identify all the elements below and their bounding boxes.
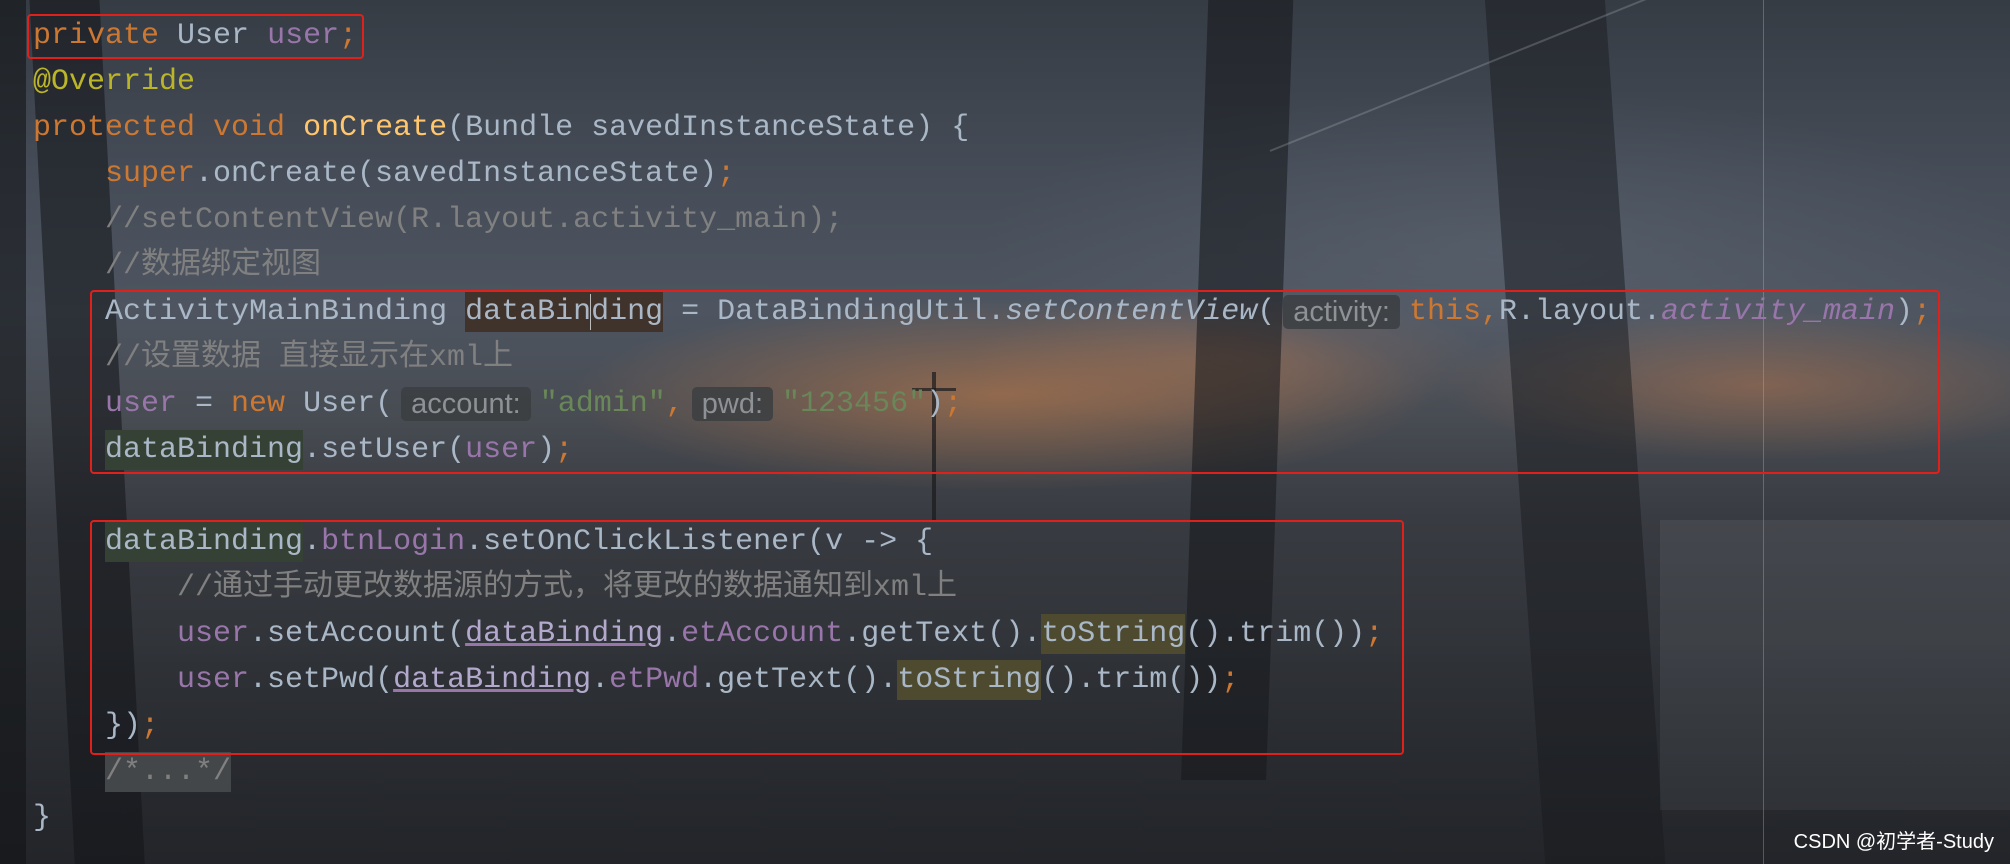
code-line[interactable]: //setContentView(R.layout.activity_main)… xyxy=(33,197,1993,243)
code-token: /*...*/ xyxy=(105,752,232,792)
code-token: (Bundle savedInstanceState) { xyxy=(447,111,970,145)
code-token: onCreate xyxy=(303,111,448,145)
code-token: //setContentView(R.layout.activity_main)… xyxy=(105,203,844,237)
watermark: CSDN @初学者-Study xyxy=(1793,831,1994,853)
code-token: ; xyxy=(717,157,736,191)
code-line[interactable]: protected void onCreate(Bundle savedInst… xyxy=(33,105,1993,151)
code-line[interactable]: //数据绑定视图 xyxy=(33,243,1993,289)
code-token: @Override xyxy=(33,65,196,99)
annotation-box-user-field xyxy=(27,14,364,59)
code-token: .onCreate(savedInstanceState) xyxy=(195,157,718,191)
ide-window: private User user; @Override protected voi… xyxy=(0,0,2010,864)
annotation-box-click-listener xyxy=(90,520,1404,755)
code-token: //数据绑定视图 xyxy=(105,249,322,283)
code-line[interactable]: /*...*/ xyxy=(33,749,1993,795)
code-token: protected xyxy=(33,111,196,145)
code-line[interactable]: @Override xyxy=(33,59,1993,105)
code-line[interactable]: } xyxy=(33,795,1993,841)
code-token: super xyxy=(105,157,196,191)
annotation-box-data-binding xyxy=(90,290,1940,474)
code-token: void xyxy=(213,111,286,145)
code-token: } xyxy=(33,801,52,835)
code-line[interactable]: super.onCreate(savedInstanceState); xyxy=(33,151,1993,197)
code-line[interactable] xyxy=(33,473,1993,519)
